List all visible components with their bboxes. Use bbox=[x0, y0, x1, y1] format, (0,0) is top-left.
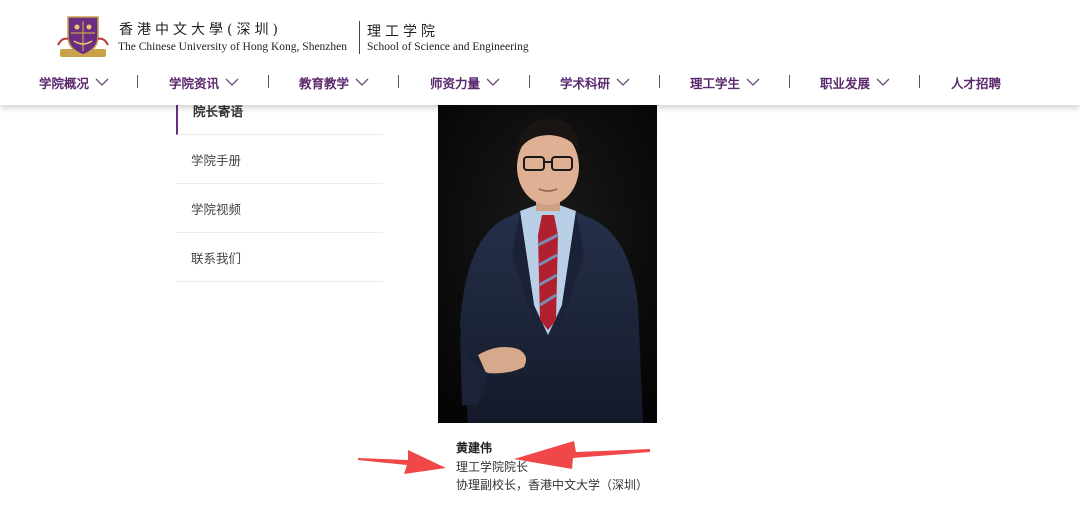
sidebar-item-label: 学院手册 bbox=[191, 152, 242, 168]
chevron-down-icon bbox=[355, 78, 369, 86]
nav-divider bbox=[398, 75, 399, 88]
sidebar-item-label: 学院视频 bbox=[191, 201, 242, 217]
main-nav: 学院概况 学院资讯 教育教学 师资力量 学术科研 理工学生 职业发展 人才招聘 bbox=[0, 71, 1080, 93]
chevron-down-icon bbox=[95, 78, 109, 86]
chevron-down-icon bbox=[225, 78, 239, 86]
chevron-down-icon bbox=[876, 78, 890, 86]
nav-item-label: 师资力量 bbox=[430, 75, 481, 91]
nav-item-label: 人才招聘 bbox=[951, 75, 1002, 91]
nav-divider bbox=[919, 75, 920, 88]
nav-item-career[interactable]: 职业发展 bbox=[820, 71, 890, 93]
university-name-en: The Chinese University of Hong Kong, She… bbox=[118, 41, 348, 53]
sidebar: 院长寄语 学院手册 学院视频 联系我们 bbox=[176, 86, 383, 282]
nav-divider bbox=[659, 75, 660, 88]
nav-item-label: 学院资讯 bbox=[169, 75, 220, 91]
nav-item-students[interactable]: 理工学生 bbox=[690, 71, 760, 93]
nav-item-label: 职业发展 bbox=[820, 75, 871, 91]
nav-divider bbox=[268, 75, 269, 88]
sidebar-item-video[interactable]: 学院视频 bbox=[176, 184, 383, 233]
nav-item-education[interactable]: 教育教学 bbox=[299, 71, 369, 93]
nav-item-about[interactable]: 学院概况 bbox=[39, 71, 109, 93]
sidebar-item-handbook[interactable]: 学院手册 bbox=[176, 135, 383, 184]
university-crest-icon[interactable] bbox=[56, 15, 110, 60]
portrait-illustration bbox=[438, 105, 657, 423]
dean-portrait bbox=[438, 105, 657, 423]
nav-divider bbox=[137, 75, 138, 88]
site-header: 香港中文大學(深圳) The Chinese University of Hon… bbox=[0, 0, 1080, 105]
nav-item-label: 学术科研 bbox=[560, 75, 611, 91]
nav-divider bbox=[529, 75, 530, 88]
nav-item-label: 学院概况 bbox=[39, 75, 90, 91]
dean-role: 协理副校长，香港中文大学（深圳） bbox=[456, 478, 649, 492]
chevron-down-icon bbox=[616, 78, 630, 86]
university-name-cn: 香港中文大學(深圳) bbox=[119, 22, 282, 38]
nav-divider bbox=[789, 75, 790, 88]
red-arrow-icon bbox=[358, 450, 446, 474]
red-arrow-icon bbox=[514, 441, 650, 469]
dean-name: 黄建伟 bbox=[456, 441, 493, 455]
nav-item-research[interactable]: 学术科研 bbox=[560, 71, 630, 93]
sidebar-item-contact[interactable]: 联系我们 bbox=[176, 233, 383, 282]
sidebar-item-label: 联系我们 bbox=[191, 250, 242, 266]
chevron-down-icon bbox=[486, 78, 500, 86]
nav-item-label: 理工学生 bbox=[690, 75, 741, 91]
nav-item-label: 教育教学 bbox=[299, 75, 350, 91]
header-divider bbox=[359, 21, 360, 54]
nav-item-faculty[interactable]: 师资力量 bbox=[430, 71, 500, 93]
chevron-down-icon bbox=[746, 78, 760, 86]
school-name-en: School of Science and Engineering bbox=[367, 41, 529, 53]
nav-item-news[interactable]: 学院资讯 bbox=[169, 71, 239, 93]
nav-item-recruitment[interactable]: 人才招聘 bbox=[951, 71, 1001, 93]
school-name-cn: 理工学院 bbox=[367, 24, 439, 40]
